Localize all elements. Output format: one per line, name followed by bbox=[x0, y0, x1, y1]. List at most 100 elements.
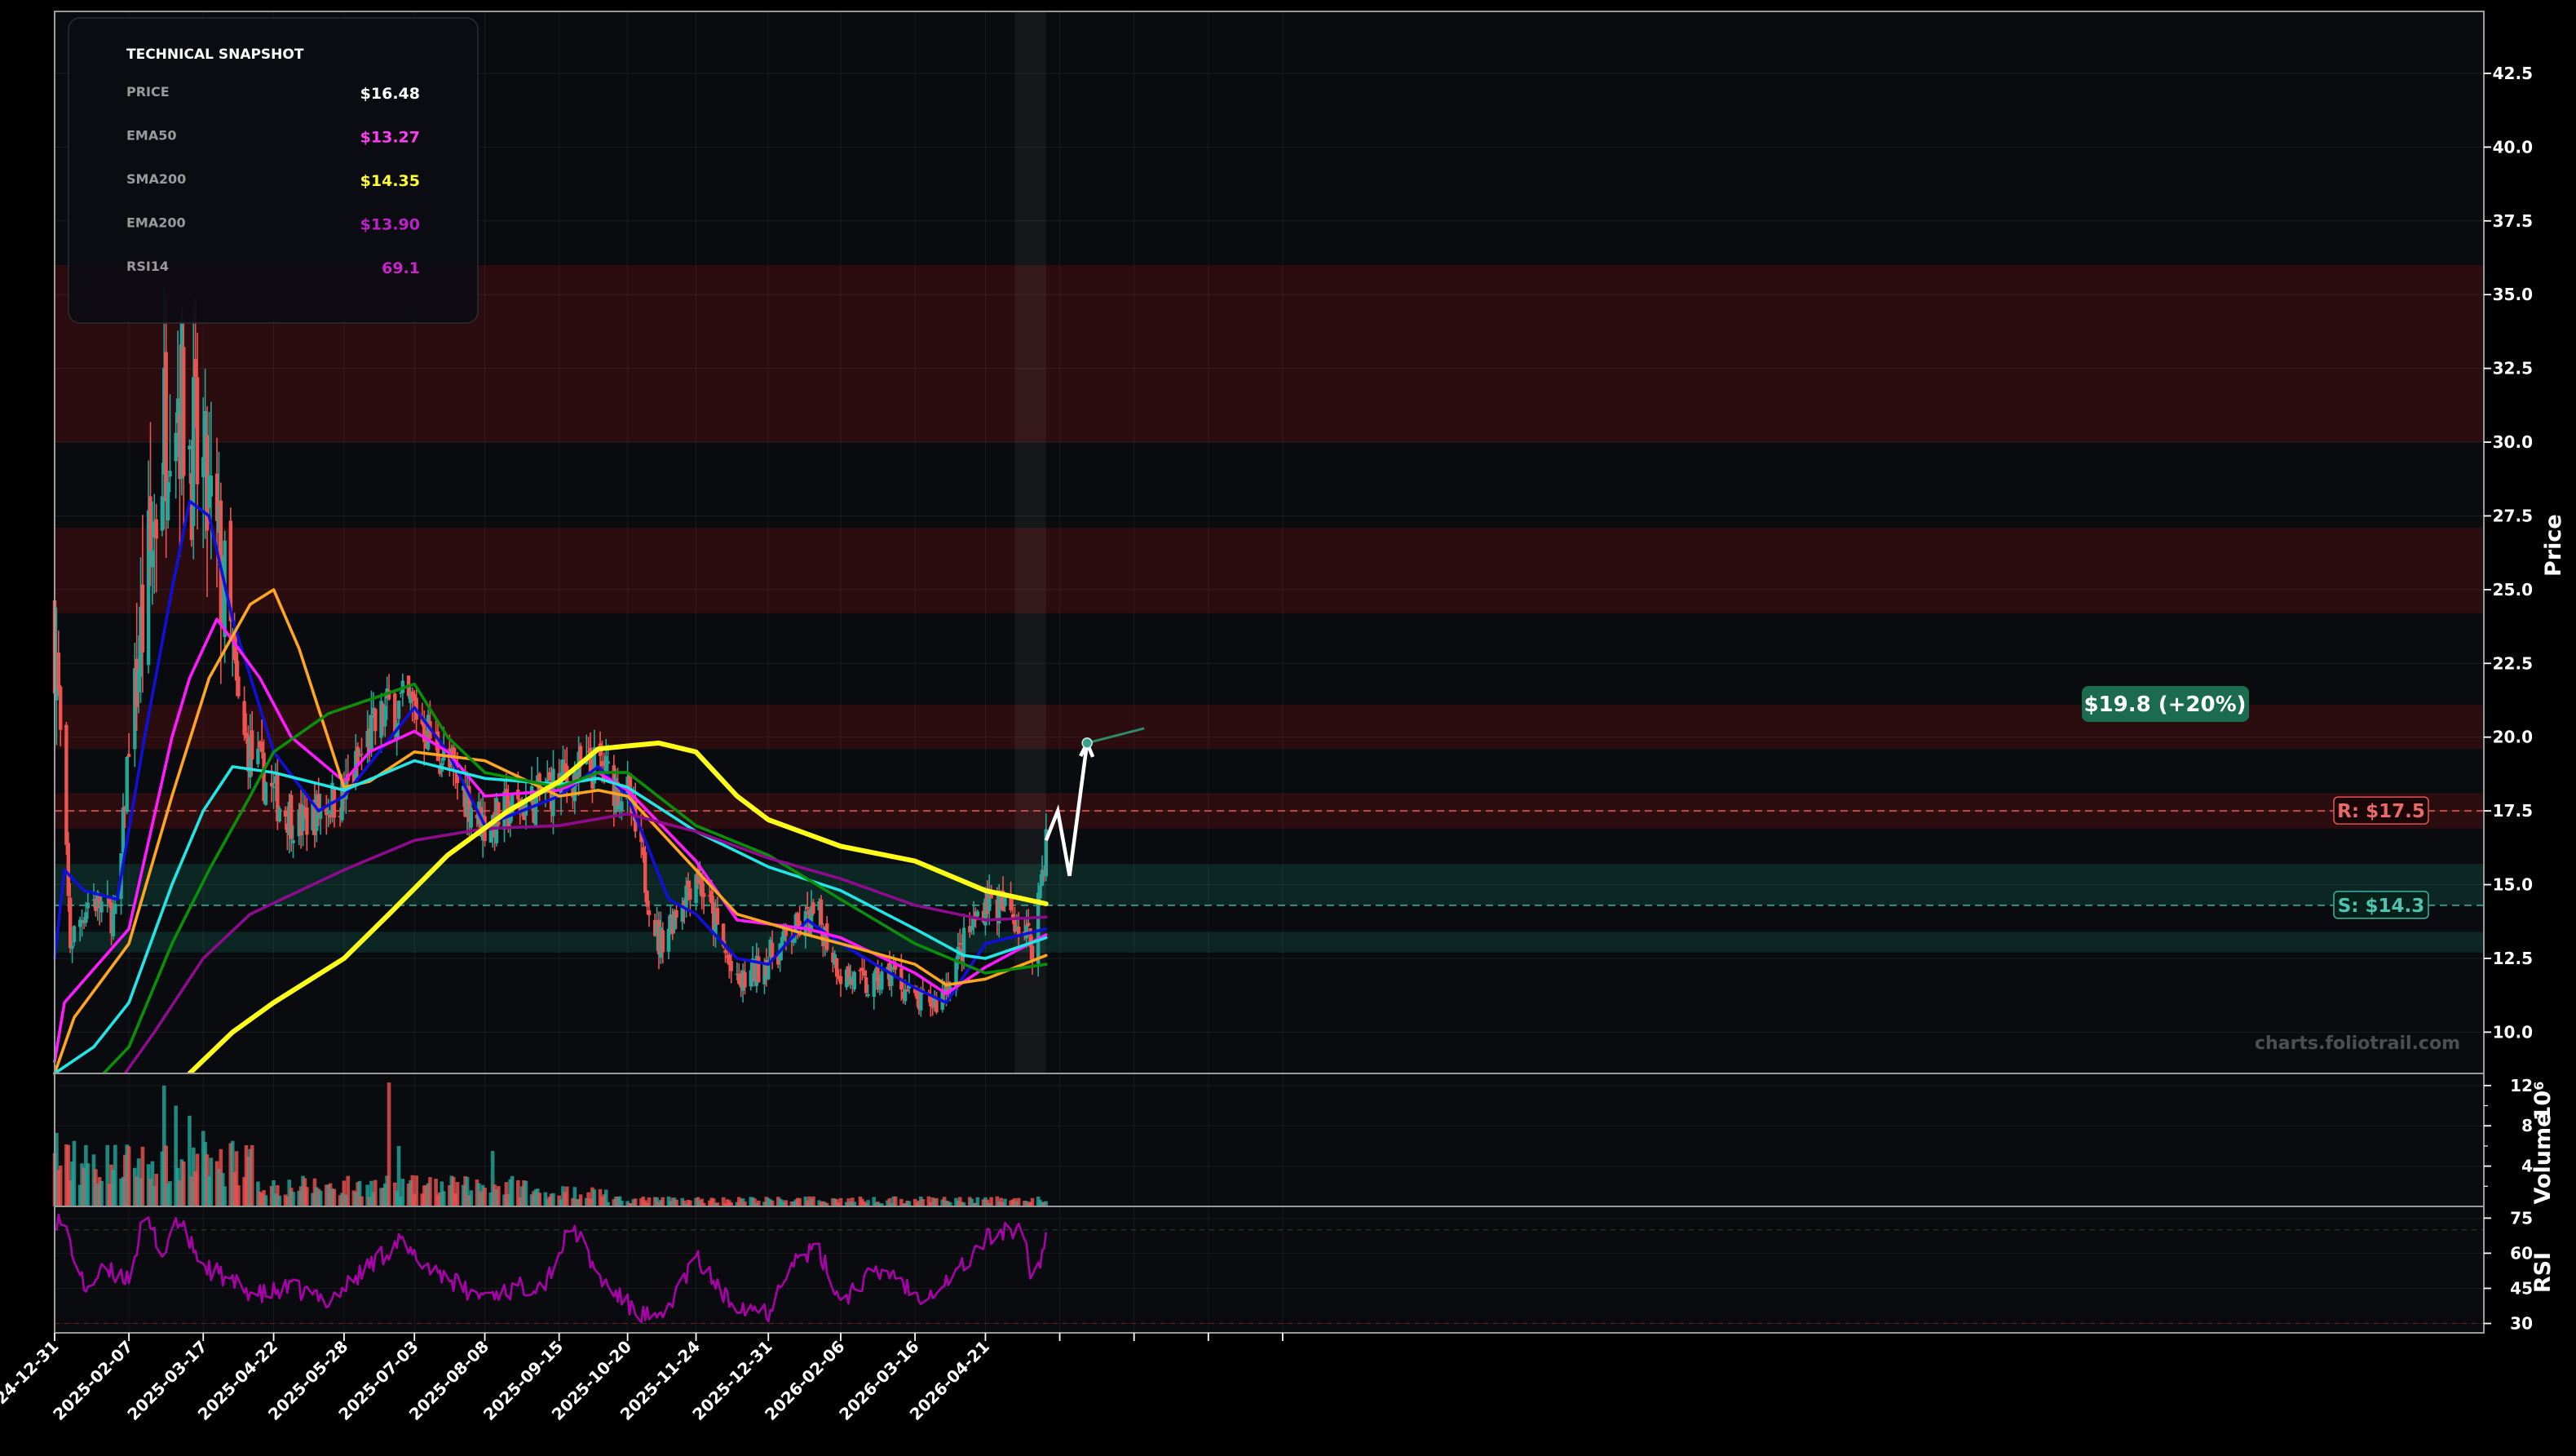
candle-body bbox=[283, 810, 288, 817]
candle-body bbox=[729, 961, 733, 971]
candle-body bbox=[68, 897, 73, 949]
candle-body bbox=[58, 686, 63, 730]
candle-body bbox=[903, 989, 908, 1002]
y-tick-label: 17.5 bbox=[2493, 801, 2533, 821]
volume-bar bbox=[318, 1190, 323, 1206]
volume-bar bbox=[360, 1196, 364, 1206]
candle-body bbox=[661, 930, 665, 953]
support-zone bbox=[55, 932, 2484, 953]
volume-bar bbox=[1030, 1197, 1035, 1206]
candle-body bbox=[864, 977, 868, 994]
technical-snapshot-panel: TECHNICAL SNAPSHOT PRICE $16.48 EMA50 $13.2… bbox=[68, 17, 479, 324]
volume-bar bbox=[400, 1179, 405, 1206]
volume-bar bbox=[756, 1200, 761, 1206]
snapshot-value: $13.27 bbox=[360, 129, 420, 147]
volume-bar bbox=[250, 1144, 254, 1206]
candle-body bbox=[1030, 945, 1035, 962]
snapshot-value: $14.35 bbox=[360, 172, 420, 190]
y-tick-label: 37.5 bbox=[2493, 211, 2533, 231]
volume-bar bbox=[620, 1201, 624, 1206]
y-tick-label: 40.0 bbox=[2493, 137, 2533, 157]
candle-body bbox=[488, 830, 493, 843]
candle-body bbox=[701, 892, 706, 897]
y-tick-label: 20.0 bbox=[2493, 728, 2533, 747]
candle-body bbox=[168, 471, 172, 477]
candle-body bbox=[666, 928, 671, 952]
candle-body bbox=[263, 782, 268, 805]
candle-body bbox=[383, 706, 387, 727]
y-tick-label: 45 bbox=[2510, 1278, 2533, 1298]
y-tick-label: 15.0 bbox=[2493, 875, 2533, 895]
candle-body bbox=[743, 971, 747, 988]
candle-body bbox=[935, 1000, 939, 1013]
candle-body bbox=[154, 519, 158, 539]
volume-bar bbox=[387, 1082, 391, 1206]
volume-bar bbox=[181, 1161, 186, 1206]
candle-body bbox=[140, 584, 145, 653]
candle-body bbox=[72, 926, 77, 942]
candle-body bbox=[166, 482, 170, 520]
volume-bar bbox=[578, 1194, 583, 1206]
candle-body bbox=[674, 909, 678, 918]
volume-bar bbox=[414, 1175, 418, 1206]
volume-bar bbox=[564, 1186, 569, 1206]
candle-body bbox=[326, 810, 330, 814]
volume-bar bbox=[483, 1188, 487, 1206]
volume-bar bbox=[168, 1181, 172, 1206]
volume-bar bbox=[126, 1146, 131, 1206]
y-tick-label: 75 bbox=[2510, 1208, 2533, 1228]
volume-bar bbox=[346, 1175, 350, 1206]
candle-body bbox=[182, 347, 186, 476]
candle-body bbox=[686, 880, 691, 888]
candle-body bbox=[209, 475, 214, 497]
candle-body bbox=[174, 432, 178, 462]
candle-body bbox=[643, 852, 647, 893]
volume-bar bbox=[811, 1196, 815, 1206]
volume-bar bbox=[209, 1157, 214, 1206]
candle-body bbox=[369, 715, 373, 750]
target-badge: $19.8 (+20%) bbox=[2082, 686, 2249, 722]
volume-bar bbox=[58, 1165, 63, 1206]
volume-bar bbox=[661, 1197, 665, 1206]
candle-body bbox=[236, 676, 241, 697]
candle-body bbox=[961, 927, 966, 958]
volume-bar bbox=[798, 1198, 802, 1206]
volume-bar bbox=[140, 1146, 145, 1206]
candle-body bbox=[125, 756, 129, 812]
volume-bar bbox=[510, 1175, 515, 1206]
candle-body bbox=[684, 885, 688, 909]
volume-bar bbox=[497, 1186, 501, 1206]
candle-body bbox=[647, 909, 652, 915]
volume-bar bbox=[373, 1179, 378, 1206]
candle-body bbox=[121, 808, 126, 853]
candle-body bbox=[70, 945, 74, 949]
volume-unit-exponent: 6 bbox=[2531, 1082, 2547, 1091]
candle-body bbox=[188, 445, 192, 449]
candle-body bbox=[373, 709, 378, 732]
volume-bar bbox=[277, 1195, 282, 1206]
volume-bar bbox=[441, 1191, 446, 1206]
candle-body bbox=[835, 958, 839, 977]
rsi-panel-background bbox=[55, 1206, 2484, 1333]
snapshot-title: TECHNICAL SNAPSHOT bbox=[126, 46, 304, 63]
snapshot-value: $16.48 bbox=[360, 85, 420, 103]
candle-body bbox=[819, 899, 824, 925]
candle-body bbox=[1003, 896, 1007, 907]
candle-body bbox=[872, 973, 876, 998]
y-tick-label: 22.5 bbox=[2493, 653, 2533, 673]
volume-bar bbox=[633, 1198, 638, 1206]
target-marker bbox=[1081, 737, 1093, 749]
candle-body bbox=[770, 942, 775, 958]
candle-body bbox=[360, 754, 364, 755]
candle-body bbox=[852, 971, 856, 989]
volume-bar bbox=[784, 1200, 789, 1206]
candle-body bbox=[250, 730, 254, 760]
stock-chart: TECHNICAL SNAPSHOT PRICE $16.48 EMA50 $13.2… bbox=[0, 0, 2576, 1456]
watermark: charts.foliotrail.com bbox=[2255, 1033, 2460, 1054]
support-badge: S: $14.3 bbox=[2333, 891, 2429, 919]
volume-bar bbox=[688, 1200, 692, 1206]
candle-body bbox=[80, 920, 84, 922]
y-tick-label: 30 bbox=[2510, 1314, 2533, 1334]
candle-body bbox=[160, 496, 165, 531]
candle-body bbox=[99, 901, 104, 913]
